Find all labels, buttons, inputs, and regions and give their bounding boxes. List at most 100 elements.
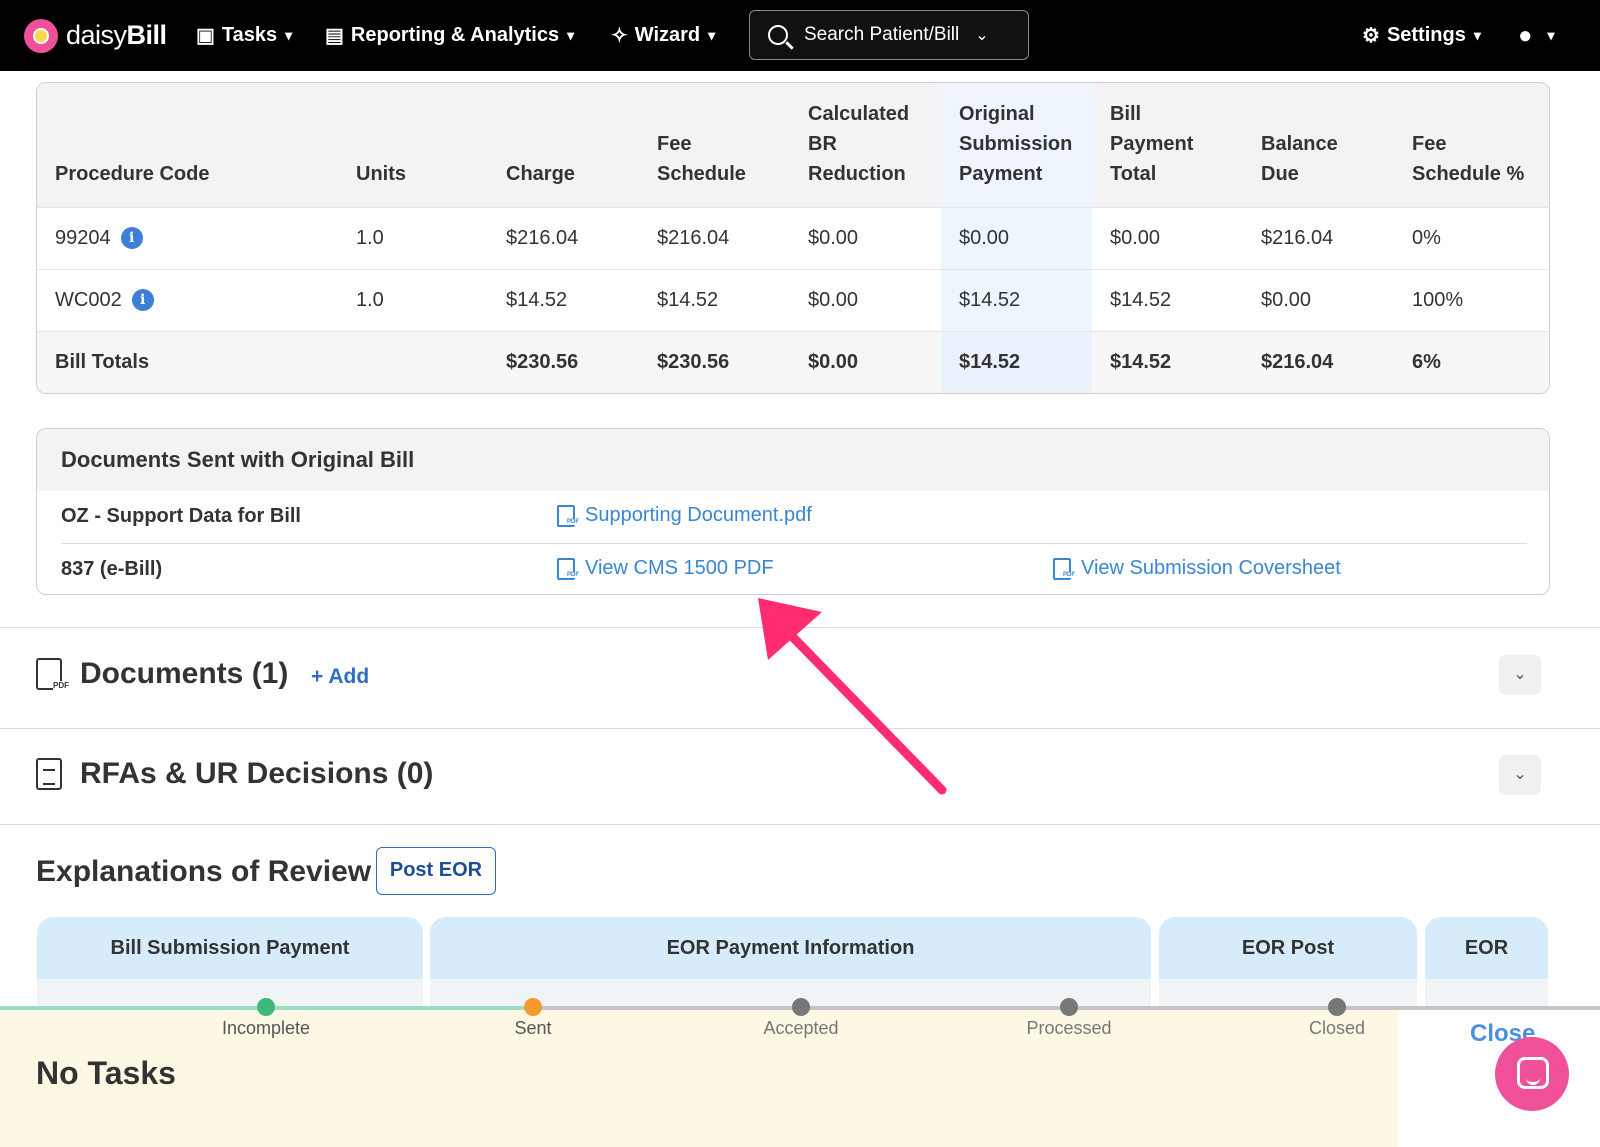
link-text: View CMS 1500 PDF bbox=[585, 557, 774, 579]
document-row: OZ - Support Data for Bill Supporting Do… bbox=[61, 491, 1527, 543]
chevron-down-icon: ⌄ bbox=[975, 27, 989, 44]
eor-section-title: Explanations of Review bbox=[36, 855, 372, 888]
step-label-sent: Sent bbox=[514, 1018, 552, 1038]
clipboard-icon: ▣ bbox=[196, 25, 215, 47]
view-cms-1500-pdf-link[interactable]: View CMS 1500 PDF bbox=[557, 557, 774, 580]
col-units: Units bbox=[338, 83, 488, 207]
chevron-down-icon: ▾ bbox=[567, 27, 575, 43]
document-row: 837 (e-Bill) View CMS 1500 PDF View Subm… bbox=[61, 543, 1527, 594]
col-fee-schedule-percent: Fee Schedule % bbox=[1394, 83, 1549, 207]
rfa-expand-button[interactable]: ⌄ bbox=[1499, 755, 1541, 795]
procedure-table: Procedure Code Units Charge Fee Schedule … bbox=[37, 83, 1549, 393]
nav-wizard-label: Wizard bbox=[634, 24, 701, 46]
rfa-section-header[interactable]: RFAs & UR Decisions (0) bbox=[36, 757, 433, 791]
fee-schedule-cell: $14.52 bbox=[639, 268, 790, 331]
pdf-file-icon bbox=[1053, 557, 1075, 580]
step-pending-icon bbox=[792, 998, 810, 1016]
chat-bubble-icon bbox=[1517, 1057, 1549, 1089]
documents-section-header[interactable]: Documents (1) bbox=[36, 657, 288, 691]
original-payment-cell: $14.52 bbox=[941, 268, 1092, 331]
calculated-reduction-cell: $0.00 bbox=[790, 206, 941, 269]
link-text: View Submission Coversheet bbox=[1081, 557, 1341, 579]
info-icon[interactable]: i bbox=[131, 289, 154, 312]
col-charge: Charge bbox=[488, 83, 639, 207]
chevron-down-icon: ▾ bbox=[1547, 27, 1555, 43]
pdf-document-icon bbox=[36, 658, 69, 690]
documents-section-title: Documents (1) bbox=[80, 657, 289, 690]
chevron-down-icon: ▾ bbox=[285, 27, 293, 43]
nav-reporting-label: Reporting & Analytics bbox=[350, 24, 560, 46]
col-procedure-code: Procedure Code bbox=[37, 83, 338, 207]
step-pending-icon bbox=[1328, 998, 1346, 1016]
brand-name: daisyBill bbox=[66, 20, 167, 50]
pdf-file-icon bbox=[557, 557, 579, 580]
eor-tab-body bbox=[1159, 979, 1417, 1009]
search-patient-bill[interactable]: Search Patient/Bill ⌄ bbox=[749, 10, 1029, 60]
eor-tab-eor-post: EOR Post bbox=[1159, 917, 1417, 979]
totals-fee-cell: $230.56 bbox=[639, 330, 790, 393]
totals-pct-cell: 6% bbox=[1394, 330, 1549, 393]
eor-tab-bill-submission-payment: Bill Submission Payment bbox=[37, 917, 423, 979]
calculated-reduction-cell: $0.00 bbox=[790, 268, 941, 331]
chart-icon: ▤ bbox=[325, 25, 344, 47]
procedure-code-cell: WC002 i bbox=[37, 268, 338, 331]
section-divider bbox=[0, 824, 1600, 825]
totals-balance-cell: $216.04 bbox=[1243, 330, 1394, 393]
charge-cell: $216.04 bbox=[488, 206, 639, 269]
top-nav: daisyBill ▣ Tasks ▾ ▤ Reporting & Analyt… bbox=[0, 0, 1600, 71]
step-current-icon bbox=[524, 998, 542, 1016]
fee-schedule-percent-cell: 100% bbox=[1394, 268, 1549, 331]
step-label-closed: Closed bbox=[1308, 1018, 1366, 1038]
table-header-row: Procedure Code Units Charge Fee Schedule … bbox=[37, 83, 1549, 207]
nav-tasks[interactable]: ▣ Tasks ▾ bbox=[196, 0, 292, 71]
nav-settings[interactable]: ⚙ Settings ▾ bbox=[1362, 0, 1481, 71]
fee-schedule-percent-cell: 0% bbox=[1394, 206, 1549, 269]
daisy-flower-icon bbox=[24, 18, 58, 53]
chevron-down-icon: ▾ bbox=[708, 27, 716, 43]
step-complete-icon bbox=[257, 998, 275, 1016]
eor-tab-eor-payment-information: EOR Payment Information bbox=[430, 917, 1151, 979]
post-eor-button[interactable]: Post EOR bbox=[376, 847, 496, 895]
col-balance-due: Balance Due bbox=[1243, 83, 1394, 207]
totals-orig-cell: $14.52 bbox=[941, 330, 1092, 393]
col-bill-payment-total: Bill Payment Total bbox=[1092, 83, 1243, 207]
procedure-code-cell: 99204 i bbox=[37, 206, 338, 269]
link-text: Supporting Document.pdf bbox=[585, 504, 812, 526]
totals-charge-cell: $230.56 bbox=[488, 330, 639, 393]
daisybill-logo[interactable]: daisyBill bbox=[24, 18, 167, 53]
info-icon[interactable]: i bbox=[120, 227, 143, 250]
nav-reporting[interactable]: ▤ Reporting & Analytics ▾ bbox=[325, 0, 574, 71]
step-label-accepted: Accepted bbox=[763, 1018, 839, 1038]
col-fee-schedule: Fee Schedule bbox=[639, 83, 790, 207]
nav-wizard[interactable]: ✧ Wizard ▾ bbox=[611, 0, 715, 71]
col-original-submission-payment: Original Submission Payment bbox=[941, 83, 1092, 207]
nav-user-menu[interactable]: ● ▾ bbox=[1518, 0, 1555, 71]
totals-bpt-cell: $14.52 bbox=[1092, 330, 1243, 393]
procedure-table-card: Procedure Code Units Charge Fee Schedule … bbox=[36, 82, 1550, 394]
rfa-section-title: RFAs & UR Decisions (0) bbox=[80, 757, 434, 790]
add-document-link[interactable]: + Add bbox=[311, 665, 369, 689]
totals-units-cell bbox=[338, 330, 488, 393]
totals-calc-cell: $0.00 bbox=[790, 330, 941, 393]
step-pending-icon bbox=[1060, 998, 1078, 1016]
documents-sent-card: Documents Sent with Original Bill OZ - S… bbox=[36, 428, 1550, 595]
eor-tab-eor: EOR bbox=[1425, 917, 1548, 979]
view-submission-coversheet-link[interactable]: View Submission Coversheet bbox=[1053, 557, 1341, 580]
user-avatar-icon: ● bbox=[1518, 21, 1533, 49]
document-row-label: 837 (e-Bill) bbox=[61, 558, 163, 580]
search-label: Search Patient/Bill bbox=[804, 24, 960, 45]
search-icon bbox=[768, 25, 788, 45]
supporting-document-link[interactable]: Supporting Document.pdf bbox=[557, 504, 812, 527]
chevron-down-icon: ▾ bbox=[1473, 27, 1481, 43]
eor-tab-body bbox=[37, 979, 423, 1009]
col-calculated-br-reduction: Calculated BR Reduction bbox=[790, 83, 941, 207]
table-row: WC002 i 1.0 $14.52 $14.52 $0.00 $14.52 $1… bbox=[37, 268, 1549, 331]
units-cell: 1.0 bbox=[338, 206, 488, 269]
nav-settings-label: Settings bbox=[1386, 24, 1466, 46]
no-tasks-message: No Tasks bbox=[36, 1055, 176, 1091]
documents-expand-button[interactable]: ⌄ bbox=[1499, 655, 1541, 695]
chat-launcher-button[interactable] bbox=[1495, 1037, 1569, 1111]
balance-due-cell: $216.04 bbox=[1243, 206, 1394, 269]
step-label-incomplete: Incomplete bbox=[221, 1018, 311, 1038]
pdf-file-icon bbox=[557, 504, 579, 527]
